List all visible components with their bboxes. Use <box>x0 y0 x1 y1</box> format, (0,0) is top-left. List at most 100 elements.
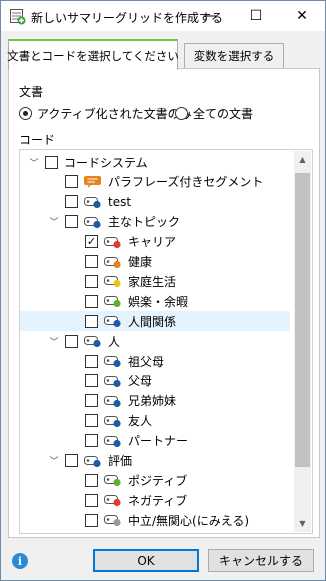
tree-row-label: 人 <box>108 334 121 349</box>
tree-row-label: 兄弟姉妹 <box>128 394 177 409</box>
expand-chevron-icon[interactable]: ﹀ <box>28 152 40 172</box>
code-checkbox[interactable] <box>85 255 98 268</box>
code-tag-icon <box>104 493 122 507</box>
tree-row[interactable]: 家庭生活 <box>20 271 290 291</box>
tree-row-label: 娯楽・余暇 <box>128 294 189 309</box>
code-checkbox[interactable] <box>85 314 98 328</box>
tree-row-label: 健康 <box>128 255 153 269</box>
code-checkbox[interactable] <box>85 473 98 487</box>
minimize-button[interactable]: — <box>187 1 233 31</box>
code-checkbox[interactable] <box>65 454 78 467</box>
tree-row[interactable]: 父母 <box>20 371 290 391</box>
code-tag-icon <box>104 394 122 408</box>
tree-row[interactable]: ✓ キャリア <box>20 232 290 252</box>
ok-button[interactable]: OK <box>93 549 199 572</box>
tree-row-label: パートナー <box>128 434 189 449</box>
tree-row[interactable]: ポジティブ <box>20 470 290 490</box>
tab-select-variables[interactable]: 変数を選択する <box>184 43 284 69</box>
speech-bubble-icon <box>84 175 102 189</box>
code-checkbox[interactable] <box>85 513 98 527</box>
tab-panel: 文書 アクティブ化された文書のみ 全ての文書 コード 中立/無関心(にみえる) ネ… <box>8 68 320 538</box>
scroll-down-arrow[interactable]: ▼ <box>294 515 311 532</box>
code-tag-icon <box>104 274 122 288</box>
code-checkbox[interactable] <box>85 434 98 448</box>
tree-row[interactable]: test <box>20 192 290 212</box>
tree-row-label: パラフレーズ付きセグメント <box>108 175 264 190</box>
code-checkbox[interactable] <box>65 175 78 189</box>
tree-row[interactable]: パートナー <box>20 431 290 451</box>
tree-row[interactable]: ネガティブ <box>20 490 290 510</box>
code-checkbox[interactable] <box>85 394 98 408</box>
tree-row-label: 人間関係 <box>128 314 177 329</box>
code-tag-icon <box>84 215 102 229</box>
tree-row[interactable]: 人間関係 <box>20 311 290 332</box>
tree-row-label: キャリア <box>128 235 177 250</box>
tree-row[interactable]: 健康 <box>20 252 290 272</box>
tree-row-label: 中立/無関心(にみえる) <box>128 513 250 528</box>
code-checkbox[interactable] <box>65 334 78 348</box>
tree-row[interactable]: ﹀ 人 <box>20 331 290 351</box>
tree-row[interactable]: 祖父母 <box>20 351 290 371</box>
expand-chevron-icon[interactable]: ﹀ <box>48 451 60 471</box>
cancel-button[interactable]: キャンセルする <box>208 549 314 572</box>
code-checkbox[interactable] <box>45 155 58 169</box>
tab-strip: 文書とコードを選択してください 変数を選択する <box>7 39 320 70</box>
tree-row[interactable]: ﹀ 評価 <box>20 451 290 471</box>
tree-row[interactable]: ﹀ 主なトピック <box>20 212 290 232</box>
code-tag-icon <box>84 454 102 468</box>
tree-row-label: 友人 <box>128 414 153 429</box>
radio-label: アクティブ化された文書のみ <box>37 107 192 121</box>
code-checkbox[interactable] <box>65 195 78 209</box>
tree-row-label: ポジティブ <box>128 473 188 488</box>
code-tag-icon <box>104 354 122 368</box>
code-tag-icon <box>104 414 122 428</box>
tree-row[interactable]: ﹀ コードシステム <box>20 152 290 172</box>
maximize-button[interactable]: ☐ <box>233 1 279 31</box>
code-checkbox[interactable] <box>85 414 98 428</box>
close-button[interactable]: ✕ <box>279 1 325 31</box>
tree-row-label: 評価 <box>108 454 133 468</box>
expand-chevron-icon[interactable]: ﹀ <box>48 331 60 351</box>
code-checkbox[interactable] <box>85 374 98 388</box>
code-tag-icon <box>104 513 122 527</box>
code-tag-icon <box>104 314 122 328</box>
code-tag-icon <box>104 255 122 269</box>
tree-row[interactable]: パラフレーズ付きセグメント <box>20 172 290 192</box>
radio-activated-documents[interactable]: アクティブ化された文書のみ <box>19 105 192 122</box>
dialog-window: 新しいサマリーグリッドを作成する — ☐ ✕ 文書とコードを選択してください 変… <box>0 0 326 581</box>
codes-section-label: コード <box>19 133 56 147</box>
code-tag-icon <box>104 294 122 308</box>
code-checkbox[interactable]: ✓ <box>85 235 98 249</box>
code-tree[interactable]: 中立/無関心(にみえる) ネガティブ ポジティブ ﹀ 評価 パートナー 友人 兄弟姉妹 父母 祖父… <box>19 149 313 534</box>
radio-all-documents[interactable]: 全ての文書 <box>175 105 253 122</box>
summary-grid-app-icon <box>10 9 26 25</box>
code-checkbox[interactable] <box>85 493 98 507</box>
tree-row-label: 主なトピック <box>108 215 181 230</box>
tree-row[interactable]: 娯楽・余暇 <box>20 291 290 311</box>
code-checkbox[interactable] <box>85 274 98 288</box>
code-checkbox[interactable] <box>65 215 78 229</box>
tree-row-label: 家庭生活 <box>128 274 177 289</box>
tree-row-label: コードシステム <box>64 155 148 170</box>
code-tag-icon <box>104 235 122 249</box>
code-tag-icon <box>104 434 122 448</box>
tab-select-documents-codes[interactable]: 文書とコードを選択してください <box>7 39 179 70</box>
code-checkbox[interactable] <box>85 354 98 368</box>
title-bar: 新しいサマリーグリッドを作成する — ☐ ✕ <box>1 1 325 31</box>
radio-button[interactable] <box>175 107 188 120</box>
code-tag-icon <box>104 374 122 388</box>
expand-chevron-icon[interactable]: ﹀ <box>48 212 60 232</box>
scroll-thumb[interactable] <box>295 173 310 467</box>
tree-row[interactable]: 友人 <box>20 411 290 431</box>
info-icon[interactable]: i <box>12 553 28 569</box>
code-checkbox[interactable] <box>85 294 98 308</box>
radio-button[interactable] <box>19 107 32 120</box>
code-tag-icon <box>84 195 102 209</box>
tree-row-label: 祖父母 <box>128 354 165 369</box>
tree-row[interactable]: 兄弟姉妹 <box>20 391 290 411</box>
tree-row-label: 父母 <box>128 374 153 389</box>
vertical-scrollbar[interactable]: ▲ ▼ <box>294 151 311 532</box>
radio-label: 全ての文書 <box>193 107 254 121</box>
scroll-up-arrow[interactable]: ▲ <box>294 151 311 168</box>
tree-row[interactable]: 中立/無関心(にみえる) <box>20 510 290 530</box>
